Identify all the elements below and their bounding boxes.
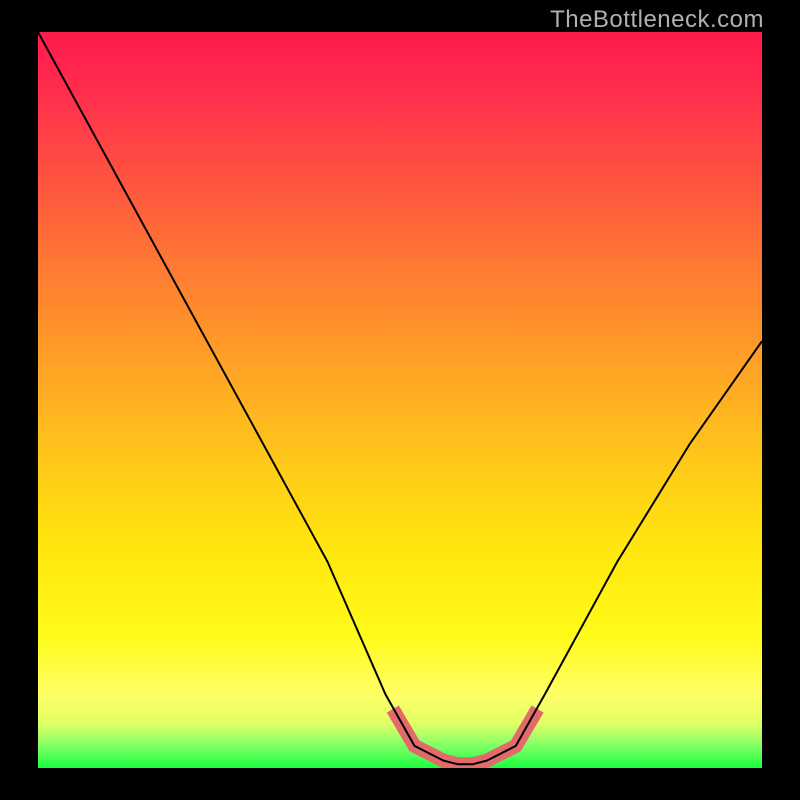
chart-svg: [38, 32, 762, 768]
chart-container: TheBottleneck.com: [0, 0, 800, 800]
optimal-range-highlight: [393, 709, 538, 764]
bottleneck-curve: [38, 32, 762, 764]
plot-area: [38, 32, 762, 768]
watermark: TheBottleneck.com: [550, 6, 764, 34]
